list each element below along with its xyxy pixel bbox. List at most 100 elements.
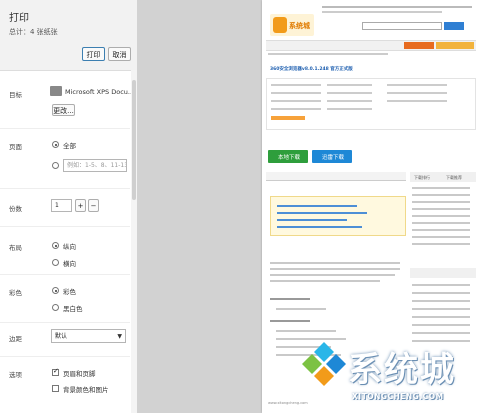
site-name: 系统城 — [289, 22, 310, 30]
portrait-radio[interactable] — [52, 242, 59, 249]
list-item — [412, 324, 470, 326]
list-item — [412, 229, 470, 231]
info-line — [271, 92, 321, 94]
list-item — [412, 222, 470, 224]
info-line — [387, 84, 447, 86]
site-search-button — [444, 22, 464, 30]
color-label: 彩色 — [9, 289, 22, 297]
divider — [0, 226, 130, 227]
bw-option-label: 黑白色 — [63, 305, 83, 313]
divider — [0, 188, 130, 189]
page-footer-url: www.xitongcheng.com — [268, 401, 308, 405]
landscape-radio[interactable] — [52, 259, 59, 266]
site-logo: 系统城 — [270, 14, 314, 36]
list-item — [412, 194, 470, 196]
list-item — [412, 300, 470, 302]
print-button[interactable]: 打印 — [82, 47, 105, 61]
page-range-input[interactable]: 例如：1-5、8、11-13 — [63, 159, 127, 172]
body-text — [270, 280, 380, 282]
list-item — [412, 332, 470, 334]
color-radio[interactable] — [52, 287, 59, 294]
fast-download-button: 迅雷下载 — [312, 150, 352, 163]
list-item — [412, 316, 470, 318]
background-graphics-checkbox[interactable] — [52, 385, 59, 392]
info-line — [327, 100, 372, 102]
dialog-title: 打印 — [9, 13, 29, 24]
site-nav-bar — [266, 40, 476, 51]
list-item — [412, 308, 470, 310]
info-line — [271, 108, 321, 110]
info-line — [387, 92, 447, 94]
margins-label: 边距 — [9, 335, 22, 343]
info-line — [327, 92, 372, 94]
info-line — [387, 100, 447, 102]
info-line — [271, 84, 321, 86]
info-line — [327, 84, 372, 86]
page-header-text — [322, 11, 442, 13]
related-link — [277, 219, 347, 221]
body-text — [276, 330, 336, 332]
layout-label: 布局 — [9, 244, 22, 252]
list-item — [412, 236, 470, 238]
rating-stars — [271, 116, 305, 120]
software-info-box — [266, 78, 476, 130]
body-text — [270, 262, 400, 264]
destination-label: 目标 — [9, 91, 22, 99]
sidebar-section-header — [410, 268, 476, 278]
sidebar-tab-2: 下载推荐 — [446, 175, 462, 180]
sidebar-tab-1: 下载排行 — [414, 175, 430, 180]
article-title: 360安全浏览器v8.0.1.248 官方正式版 — [270, 67, 353, 72]
margins-select[interactable]: 默认 ▼ — [51, 329, 126, 343]
pages-label: 页面 — [9, 143, 22, 151]
local-download-button: 本地下载 — [268, 150, 308, 163]
related-downloads-box — [270, 196, 406, 236]
copies-increment-button[interactable]: + — [75, 199, 86, 212]
chevron-down-icon: ▼ — [117, 333, 122, 340]
header-footer-checkbox[interactable] — [52, 367, 59, 376]
print-settings-panel: 打印 总计：4 张纸张 打印 取消 目标 Microsoft XPS Docu.… — [0, 0, 137, 413]
copies-label: 份数 — [9, 205, 22, 213]
breadcrumb — [268, 53, 388, 55]
options-label: 选项 — [9, 371, 22, 379]
background-graphics-label: 背景颜色和图片 — [63, 386, 109, 394]
related-link — [277, 226, 362, 228]
portrait-label: 纵向 — [63, 243, 76, 251]
sheet-count: 总计：4 张纸张 — [9, 28, 58, 36]
list-item — [412, 215, 470, 217]
related-link — [277, 212, 367, 214]
pages-all-radio[interactable] — [52, 141, 59, 148]
divider — [0, 322, 130, 323]
list-item — [412, 201, 470, 203]
info-line — [271, 100, 321, 102]
sidebar-ranking-list — [412, 185, 474, 260]
related-link — [277, 205, 357, 207]
margins-value: 默认 — [55, 333, 68, 340]
watermark-text: 系统城 — [348, 350, 456, 390]
fast-download-label: 迅雷下载 — [322, 155, 345, 161]
change-destination-button[interactable]: 更改... — [52, 104, 75, 116]
cancel-button[interactable]: 取消 — [108, 47, 131, 61]
list-item — [412, 208, 470, 210]
local-download-label: 本地下载 — [278, 155, 301, 161]
body-text — [270, 274, 395, 276]
divider — [0, 274, 130, 275]
scrollbar-thumb[interactable] — [132, 80, 136, 200]
page-header-text — [322, 6, 472, 8]
nav-highlight — [436, 42, 474, 49]
logo-mark-icon — [273, 17, 287, 33]
copies-input[interactable]: 1 — [51, 199, 72, 212]
nav-highlight — [404, 42, 434, 49]
pages-range-radio[interactable] — [52, 162, 59, 169]
bw-radio[interactable] — [52, 304, 59, 311]
printer-name: Microsoft XPS Docu... — [65, 88, 135, 96]
copies-decrement-button[interactable]: − — [88, 199, 99, 212]
landscape-label: 横向 — [63, 260, 76, 268]
watermark-logo-icon — [302, 342, 346, 386]
list-item — [412, 243, 470, 245]
watermark-url: XITONGCHENG.COM — [352, 392, 444, 401]
site-search-input — [362, 22, 442, 30]
sidebar-tabs: 下载排行 下载推荐 — [410, 172, 476, 182]
pages-all-label: 全部 — [63, 142, 76, 150]
list-item — [412, 187, 470, 189]
body-text — [276, 308, 326, 310]
